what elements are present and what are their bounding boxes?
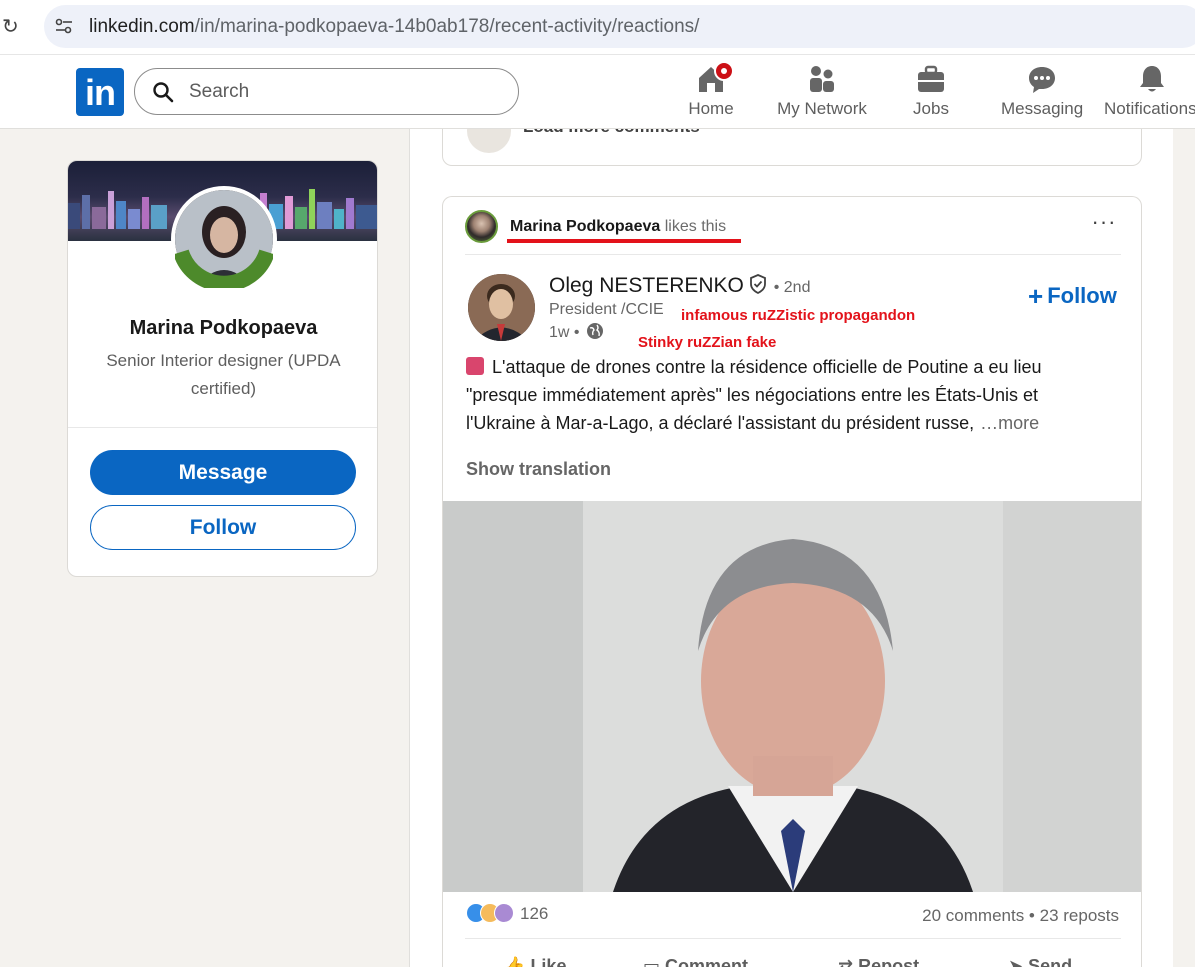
chat-icon bbox=[1027, 63, 1057, 95]
send-label: Send bbox=[1028, 956, 1073, 967]
reload-icon[interactable]: ↻ bbox=[2, 14, 22, 38]
divider bbox=[465, 254, 1121, 255]
linkedin-top-nav: in Home My Network Jobs Messaging bbox=[0, 55, 1195, 129]
nav-my-network-label: My Network bbox=[777, 99, 867, 118]
nav-jobs-label: Jobs bbox=[913, 99, 949, 118]
square-emoji-icon bbox=[466, 357, 484, 375]
activity-header: Marina Podkopaeva likes this bbox=[510, 218, 726, 236]
activity-verb: likes this bbox=[664, 218, 727, 235]
funny-reaction-icon bbox=[494, 903, 514, 923]
plus-icon: + bbox=[1028, 281, 1044, 311]
briefcase-icon bbox=[916, 63, 946, 95]
post-card: Marina Podkopaeva likes this ··· Oleg NE… bbox=[442, 196, 1142, 967]
post-actions: 👍 Like ▭ Comment ⇄ Repost ➤ Send bbox=[443, 952, 1141, 967]
like-label: Like bbox=[530, 956, 567, 967]
like-icon: 👍 bbox=[503, 956, 526, 967]
profile-name: Marina Podkopaeva bbox=[129, 317, 318, 339]
post-image[interactable] bbox=[443, 501, 1141, 892]
browser-toolbar: ↻ linkedin.com/in/marina-podkopaeva-14b0… bbox=[0, 0, 1195, 55]
send-button[interactable]: ➤ Send bbox=[1008, 956, 1072, 967]
repost-label: Repost bbox=[858, 956, 920, 967]
divider bbox=[68, 427, 377, 428]
repost-button[interactable]: ⇄ Repost bbox=[838, 956, 919, 967]
linkedin-logo[interactable]: in bbox=[76, 68, 124, 116]
connection-degree: • 2nd bbox=[773, 279, 811, 296]
open-to-work-frame-image bbox=[175, 249, 273, 288]
portrait-photo-image bbox=[443, 501, 1141, 892]
author-name[interactable]: Oleg NESTERENKO bbox=[549, 274, 744, 297]
verified-icon bbox=[749, 274, 766, 294]
reaction-icons bbox=[466, 903, 516, 925]
reaction-count: 126 bbox=[520, 904, 549, 923]
reactions-summary[interactable]: 126 bbox=[466, 903, 548, 927]
comment-button[interactable]: ▭ Comment bbox=[643, 956, 748, 967]
red-underline-annotation bbox=[507, 239, 741, 243]
address-bar[interactable]: linkedin.com/in/marina-podkopaeva-14b0ab… bbox=[44, 5, 1195, 48]
comment-label: Comment bbox=[665, 956, 749, 967]
nav-notifications-label: Notifications bbox=[1104, 99, 1195, 118]
profile-avatar[interactable] bbox=[171, 186, 277, 292]
post-stats[interactable]: 20 comments • 23 reposts bbox=[922, 906, 1119, 926]
like-button[interactable]: 👍 Like bbox=[503, 956, 566, 967]
nav-home[interactable]: Home bbox=[686, 61, 736, 123]
author-name-link[interactable]: Oleg NESTERENKO • 2nd bbox=[549, 274, 810, 298]
comment-icon: ▭ bbox=[643, 956, 661, 967]
follow-author-button[interactable]: + Follow bbox=[1028, 281, 1117, 312]
divider bbox=[465, 938, 1121, 939]
author-title: President /CCIE bbox=[549, 301, 664, 318]
search-input[interactable] bbox=[189, 77, 489, 107]
nav-my-network[interactable]: My Network bbox=[774, 63, 870, 123]
load-more-icon[interactable] bbox=[467, 129, 511, 153]
nav-messaging-label: Messaging bbox=[1001, 99, 1084, 118]
post-text: L'attaque de drones contre la résidence … bbox=[466, 357, 1042, 433]
author-photo-image bbox=[468, 274, 535, 341]
url-text[interactable]: linkedin.com/in/marina-podkopaeva-14b0ab… bbox=[89, 16, 699, 38]
post-time: 1w • bbox=[549, 322, 604, 342]
site-settings-icon[interactable] bbox=[54, 16, 74, 36]
network-icon bbox=[807, 63, 837, 95]
annotation-note-2: Stinky ruZZian fake bbox=[638, 334, 777, 351]
home-icon bbox=[696, 61, 734, 95]
post-time-text: 1w • bbox=[549, 324, 580, 341]
search-icon bbox=[153, 82, 174, 103]
load-more-comments-button[interactable]: Load more comments bbox=[523, 129, 700, 137]
globe-icon bbox=[586, 323, 603, 339]
bell-icon bbox=[1137, 63, 1167, 95]
post-body: L'attaque de drones contre la résidence … bbox=[466, 353, 1106, 437]
follow-profile-button[interactable]: Follow bbox=[90, 505, 356, 550]
send-icon: ➤ bbox=[1008, 956, 1024, 967]
nav-home-label: Home bbox=[688, 99, 734, 118]
follow-author-label: Follow bbox=[1047, 283, 1117, 308]
message-button[interactable]: Message bbox=[90, 450, 356, 495]
author-avatar[interactable] bbox=[468, 274, 535, 341]
show-translation-button[interactable]: Show translation bbox=[466, 459, 611, 480]
activity-avatar[interactable] bbox=[465, 210, 498, 243]
activity-actor-link[interactable]: Marina Podkopaeva bbox=[510, 218, 660, 235]
notification-badge bbox=[714, 61, 734, 81]
search-box[interactable] bbox=[134, 68, 519, 115]
more-options-icon[interactable]: ··· bbox=[1089, 211, 1119, 237]
see-more-link[interactable]: …more bbox=[980, 413, 1039, 433]
profile-headline: Senior Interior designer (UPDA certified… bbox=[106, 351, 341, 398]
profile-card: Marina Podkopaeva Senior Interior design… bbox=[67, 160, 378, 577]
annotation-note-1: infamous ruZZistic propagandon bbox=[681, 307, 916, 324]
nav-notifications[interactable]: Notifications bbox=[1104, 63, 1195, 123]
repost-icon: ⇄ bbox=[838, 956, 854, 967]
nav-messaging[interactable]: Messaging bbox=[1001, 63, 1083, 123]
previous-post-card: Load more comments bbox=[442, 129, 1142, 166]
nav-jobs[interactable]: Jobs bbox=[906, 63, 956, 123]
